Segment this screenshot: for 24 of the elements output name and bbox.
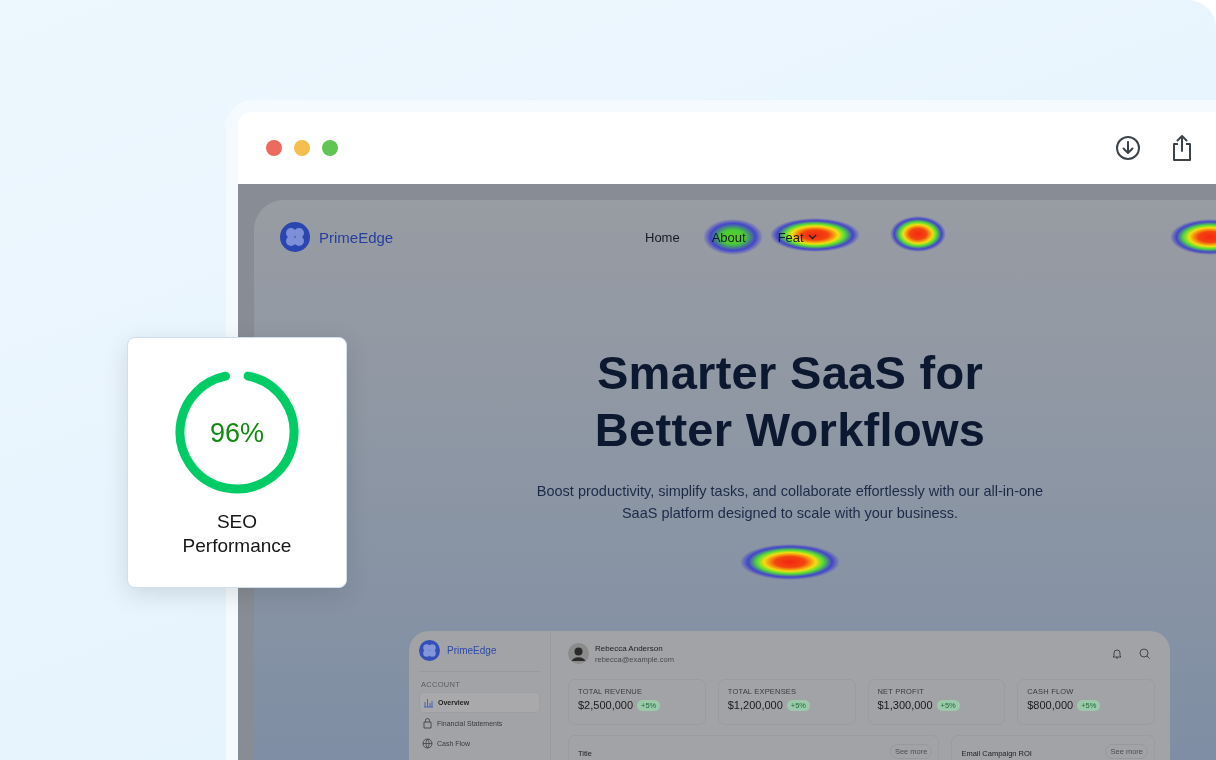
globe-icon <box>422 738 433 749</box>
zoom-icon[interactable] <box>322 140 338 156</box>
download-icon[interactable] <box>1115 135 1141 161</box>
share-icon[interactable] <box>1171 134 1193 162</box>
brand-name: PrimeEdge <box>447 645 497 656</box>
close-icon[interactable] <box>266 140 282 156</box>
bag-icon <box>422 718 433 729</box>
hero-title: Smarter SaaS for Better Workflows <box>594 345 986 458</box>
logo-icon <box>280 222 310 252</box>
brand-name[interactable]: PrimeEdge <box>319 228 394 246</box>
stat-value: $1,200,000 <box>727 699 783 711</box>
stat-value: $800,000 <box>1027 699 1074 711</box>
stat-value: $2,500,000 <box>578 699 634 711</box>
avatar <box>568 643 589 664</box>
nav-link[interactable]: Home <box>645 229 680 245</box>
user-name: Rebecca Anderson <box>595 643 664 653</box>
search-icon[interactable] <box>1139 648 1150 659</box>
bell-icon[interactable] <box>1112 648 1122 659</box>
score-value: 96% <box>208 418 265 449</box>
hero-subtitle: Boost productivity, simplify tasks, and collaborate effortlessly with our all-in-one SaaS platform designed to scale with your business. <box>536 482 1044 523</box>
score-label: SEO Performance <box>181 510 293 558</box>
bar-chart-icon <box>423 697 434 708</box>
logo-icon <box>419 640 440 661</box>
stat-value: $1,300,000 <box>877 699 933 711</box>
